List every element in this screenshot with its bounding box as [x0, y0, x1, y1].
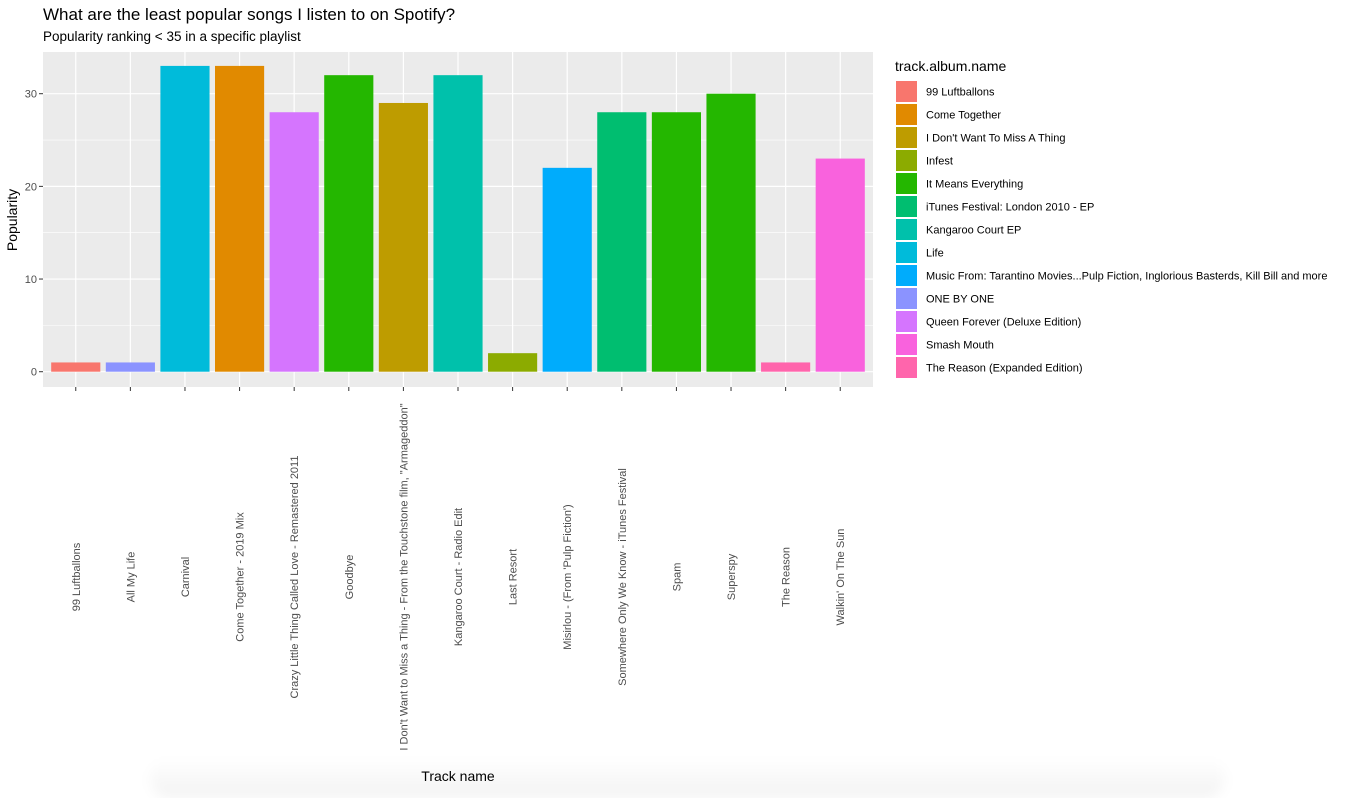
x-tick-label: 99 Luftballons: [71, 542, 83, 611]
chart-subtitle: Popularity ranking < 35 in a specific pl…: [43, 29, 301, 44]
legend-swatch: [896, 334, 917, 355]
x-tick-label: The Reason: [781, 547, 793, 607]
bar: [597, 112, 647, 372]
x-tick-label: Spam: [671, 563, 683, 592]
legend-label: iTunes Festival: London 2010 - EP: [926, 202, 1094, 214]
x-tick-label: All My Life: [125, 552, 137, 603]
legend-label: The Reason (Expanded Edition): [926, 363, 1083, 375]
bar-chart: What are the least popular songs I liste…: [4, 5, 1327, 784]
legend-label: Music From: Tarantino Movies...Pulp Fict…: [926, 271, 1327, 283]
legend-label: Queen Forever (Deluxe Edition): [926, 317, 1081, 329]
bar: [433, 75, 483, 372]
x-tick-label: Superspy: [726, 553, 738, 600]
x-axis-title: Track name: [421, 768, 495, 784]
legend-swatch: [896, 196, 917, 217]
legend-label: Life: [926, 248, 944, 260]
legend-label: Smash Mouth: [926, 340, 994, 352]
x-tick-label: Somewhere Only We Know - iTunes Festival: [617, 468, 629, 686]
bar: [651, 112, 701, 372]
legend-swatch: [896, 311, 917, 332]
legend-swatch: [896, 81, 917, 102]
chart-title: What are the least popular songs I liste…: [43, 5, 455, 24]
bar: [761, 362, 811, 372]
bar: [378, 102, 428, 372]
y-tick-label: 30: [25, 89, 37, 101]
legend-label: ONE BY ONE: [926, 294, 994, 306]
legend-swatch: [896, 242, 917, 263]
y-tick-label: 10: [25, 274, 37, 286]
y-axis-title: Popularity: [4, 189, 20, 251]
bar: [488, 353, 538, 372]
bars: [51, 65, 865, 372]
x-tick-label: Last Resort: [508, 549, 520, 605]
y-tick-label: 0: [31, 367, 37, 379]
x-tick-label: Crazy Little Thing Called Love - Remaste…: [289, 456, 301, 699]
bar: [324, 75, 374, 372]
legend-label: I Don't Want To Miss A Thing: [926, 133, 1065, 145]
legend-title: track.album.name: [895, 58, 1006, 74]
legend-swatch: [896, 357, 917, 378]
x-axis: 99 Luftballons All My Life Carnival Come To…: [71, 387, 847, 751]
y-axis: 0 10 20 30: [25, 89, 43, 379]
bar: [51, 362, 101, 372]
bar: [160, 65, 210, 372]
legend-swatch: [896, 104, 917, 125]
legend-label: Come Together: [926, 110, 1001, 122]
legend-swatch: [896, 288, 917, 309]
x-tick-label: Misirlou - (From 'Pulp Fiction'): [562, 504, 574, 649]
x-tick-label: I Don't Want to Miss a Thing - From the …: [398, 403, 410, 750]
legend: track.album.name 99 Luftballons Come Toge…: [895, 58, 1327, 378]
x-tick-label: Carnival: [180, 557, 192, 597]
bar: [815, 158, 865, 372]
bar: [105, 362, 155, 372]
y-tick-label: 20: [25, 181, 37, 193]
x-tick-label: Kangaroo Court - Radio Edit: [453, 508, 465, 646]
legend-label: 99 Luftballons: [926, 87, 995, 99]
x-tick-label: Goodbye: [344, 555, 356, 600]
bar: [215, 65, 265, 372]
legend-label: Infest: [926, 156, 953, 168]
bar: [269, 112, 319, 372]
legend-swatch: [896, 173, 917, 194]
legend-swatch: [896, 219, 917, 240]
x-tick-label: Walkin' On The Sun: [835, 529, 847, 626]
x-tick-label: Come Together - 2019 Mix: [235, 512, 247, 642]
legend-swatch: [896, 150, 917, 171]
bar: [706, 93, 756, 372]
legend-label: It Means Everything: [926, 179, 1023, 191]
legend-label: Kangaroo Court EP: [926, 225, 1021, 237]
bar: [542, 167, 592, 372]
legend-swatch: [896, 127, 917, 148]
legend-swatch: [896, 265, 917, 286]
